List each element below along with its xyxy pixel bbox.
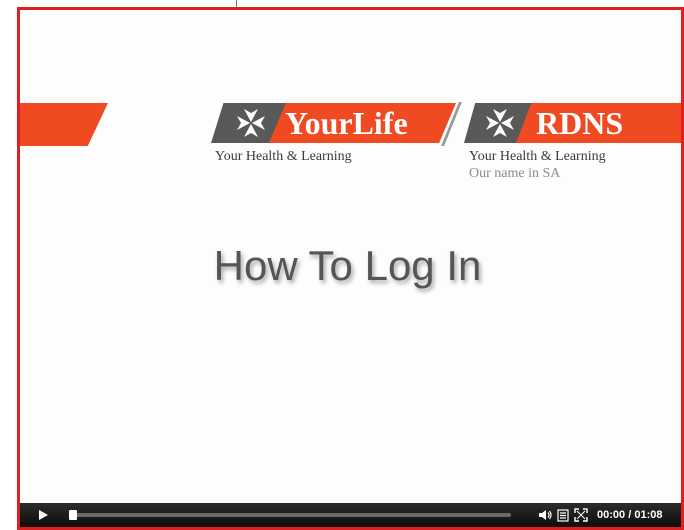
play-icon[interactable] <box>36 508 50 522</box>
fullscreen-icon[interactable] <box>574 508 588 522</box>
time-readout: 00:00 / 01:08 <box>597 508 662 522</box>
rdns-logo: RDNS <box>464 103 681 143</box>
rdns-subtagline: Our name in SA <box>469 166 561 181</box>
captions-icon[interactable] <box>556 508 570 522</box>
rdns-tagline: Your Health & Learning <box>469 149 606 164</box>
orange-accent-band <box>20 103 108 146</box>
yourlife-logo-text: YourLife <box>285 105 408 141</box>
yourlife-tagline: Your Health & Learning <box>215 149 352 164</box>
player-controls: 00:00 / 01:08 <box>20 503 681 527</box>
maltese-cross-icon <box>237 109 265 137</box>
volume-icon[interactable] <box>538 508 552 522</box>
current-time: 00:00 <box>597 509 626 521</box>
video-title: How To Log In <box>213 242 482 289</box>
video-player[interactable]: YourLife RDNS Your Health & Learning You… <box>17 7 684 530</box>
yourlife-logo: YourLife <box>211 103 456 143</box>
duration: 01:08 <box>634 509 663 521</box>
maltese-cross-icon <box>486 109 514 137</box>
progress-handle[interactable] <box>69 510 77 520</box>
progress-bar[interactable] <box>69 510 511 520</box>
rdns-logo-text: RDNS <box>536 105 624 141</box>
